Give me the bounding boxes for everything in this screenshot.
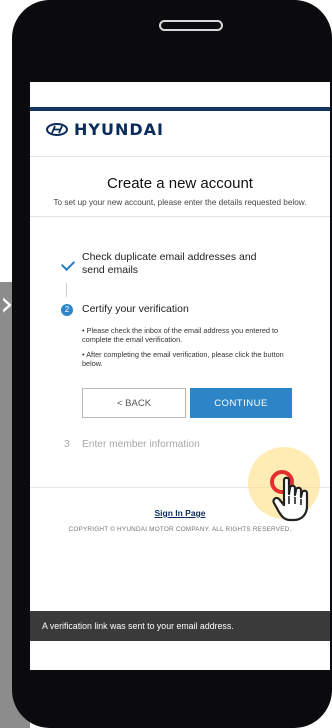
hyundai-emblem-icon	[46, 123, 68, 136]
hand-pointer-icon	[272, 476, 309, 522]
continue-button[interactable]: CONTINUE	[190, 388, 292, 418]
page-subtitle: To set up your new account, please enter…	[53, 198, 307, 207]
divider	[30, 216, 330, 217]
step-2-number-badge: 2	[61, 304, 73, 316]
divider	[30, 156, 330, 157]
logo-wordmark: HYUNDAI	[74, 120, 164, 139]
status-bar	[30, 82, 330, 107]
page-title: Create a new account	[107, 175, 253, 192]
step-3-label: Enter member information	[82, 439, 200, 450]
phone-speaker	[159, 20, 223, 31]
hyundai-logo: HYUNDAI	[46, 120, 164, 139]
instruction-text: Please check the inbox of the email addr…	[82, 326, 279, 344]
phone-screen: HYUNDAI Create a new account To set up y…	[30, 82, 330, 670]
toast-message: A verification link was sent to your ema…	[30, 611, 330, 641]
header-divider	[30, 107, 330, 111]
step-3-number: 3	[64, 439, 70, 450]
copyright-text: COPYRIGHT © HYUNDAI MOTOR COMPANY. ALL R…	[68, 526, 292, 533]
check-icon	[60, 256, 76, 272]
step-1-label: Check duplicate email addresses and send…	[82, 251, 257, 276]
step-2-label: Certify your verification	[82, 303, 189, 315]
step-connector	[66, 283, 67, 297]
step-2-instruction-2: • After completing the email verificatio…	[82, 350, 284, 368]
instruction-text: After completing the email verification,…	[82, 350, 284, 368]
back-button[interactable]: < BACK	[82, 388, 186, 418]
step-3: 3 Enter member information	[64, 439, 200, 450]
step-2-instruction-1: • Please check the inbox of the email ad…	[82, 326, 279, 344]
